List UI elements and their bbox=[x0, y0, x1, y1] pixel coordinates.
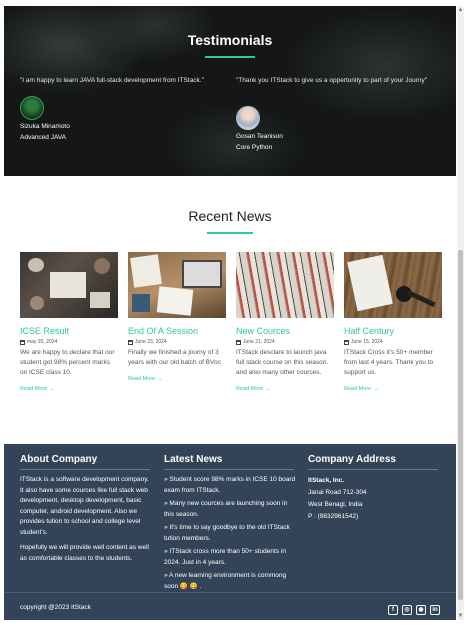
arrow-right-icon: → bbox=[373, 386, 379, 392]
latest-news-heading: Latest News bbox=[164, 454, 223, 465]
read-more-label: Read More bbox=[236, 386, 264, 392]
title-underline bbox=[205, 56, 255, 58]
divider bbox=[308, 469, 438, 470]
news-card: New Cources June 21, 2024 ITStack descla… bbox=[236, 252, 334, 392]
latest-news-column: Latest News » Student score 98% marks in… bbox=[164, 454, 298, 595]
news-card-text: ITStack Cross it's 50+ member from last … bbox=[344, 349, 434, 376]
company-address-column: Company Address ItStack, Inc. Janai Road… bbox=[308, 454, 442, 523]
testimonial-course: Advanced JAVA bbox=[20, 134, 67, 141]
address-line: Janai Road 712-304 bbox=[308, 489, 367, 496]
news-card-date: June 21, 2024 bbox=[236, 339, 334, 345]
news-image bbox=[20, 252, 118, 318]
about-company-column: About Company ITStack is a software deve… bbox=[20, 454, 154, 569]
calendar-icon bbox=[344, 339, 349, 345]
scroll-down-icon[interactable]: ▼ bbox=[457, 612, 464, 620]
news-card-title[interactable]: End Of A Session bbox=[128, 326, 226, 336]
read-more-label: Read More bbox=[128, 376, 156, 382]
page-viewport: Testimonials "I am happy to learn JAVA f… bbox=[4, 6, 456, 620]
about-text: ITStack is a software development compan… bbox=[20, 475, 154, 564]
address-line: West Benagl, India bbox=[308, 501, 363, 508]
scrollbar-thumb[interactable] bbox=[458, 250, 463, 600]
news-card-text: We are happy to declare that our student… bbox=[20, 349, 115, 376]
scroll-up-icon[interactable]: ▲ bbox=[457, 6, 464, 14]
news-card-date: June 23, 2024 bbox=[128, 339, 226, 345]
divider bbox=[20, 469, 150, 470]
testimonials-title: Testimonials bbox=[187, 32, 273, 48]
avatar bbox=[236, 106, 260, 130]
latest-news-list: » Student score 98% marks in ICSE 10 boa… bbox=[164, 475, 298, 592]
instagram-icon[interactable]: ◎ bbox=[402, 605, 412, 615]
news-card: ICSE Result may 20, 2024 We are happy to… bbox=[20, 252, 118, 392]
news-card: End Of A Session June 23, 2024 Finally w… bbox=[128, 252, 226, 382]
site-footer: About Company ITStack is a software deve… bbox=[4, 444, 456, 620]
github-icon[interactable]: ◉ bbox=[416, 605, 426, 615]
testimonial-quote: "Thank you ITStack to give us a oppertun… bbox=[236, 77, 428, 84]
date-text: June 15, 2024 bbox=[351, 339, 383, 345]
about-paragraph: Hopefully we will provide well content a… bbox=[20, 544, 149, 562]
date-text: June 23, 2024 bbox=[135, 339, 167, 345]
testimonial-course: Core Python bbox=[236, 144, 273, 151]
copyright-text: copyright @2023 ItStack bbox=[20, 604, 91, 611]
divider bbox=[4, 592, 456, 593]
social-links: f ◎ ◉ in bbox=[388, 605, 440, 615]
facebook-icon[interactable]: f bbox=[388, 605, 398, 615]
news-image bbox=[128, 252, 226, 318]
arrow-right-icon: → bbox=[265, 386, 271, 392]
news-card-date: June 15, 2024 bbox=[344, 339, 442, 345]
news-image bbox=[344, 252, 442, 318]
read-more-link[interactable]: Read More → bbox=[20, 386, 118, 392]
calendar-icon bbox=[236, 339, 241, 345]
avatar bbox=[20, 96, 44, 120]
date-text: may 20, 2024 bbox=[27, 339, 58, 345]
latest-news-item[interactable]: » Student score 98% marks in ICSE 10 boa… bbox=[164, 475, 298, 496]
latest-news-item[interactable]: » Many new cources are launching soon in… bbox=[164, 499, 298, 520]
read-more-label: Read More bbox=[20, 386, 48, 392]
arrow-right-icon: → bbox=[49, 386, 55, 392]
latest-news-item[interactable]: » ITStack cross more than 50+ students i… bbox=[164, 547, 298, 568]
read-more-link[interactable]: Read More → bbox=[344, 386, 442, 392]
address-heading: Company Address bbox=[308, 454, 396, 465]
recent-news-title: Recent News bbox=[188, 208, 272, 224]
arrow-right-icon: → bbox=[157, 376, 163, 382]
read-more-label: Read More bbox=[344, 386, 372, 392]
date-text: June 21, 2024 bbox=[243, 339, 275, 345]
news-image bbox=[236, 252, 334, 318]
news-card: Half Century June 15, 2024 ITStack Cross… bbox=[344, 252, 442, 392]
news-card-text: Finally we finished a journy of 3 years … bbox=[128, 349, 221, 366]
title-underline bbox=[207, 232, 253, 234]
news-card-text: ITStack desclare to launch java full sta… bbox=[236, 349, 329, 376]
company-name: ItStack, Inc. bbox=[308, 477, 345, 484]
divider bbox=[164, 469, 294, 470]
testimonial-quote: "I am happy to learn JAVA full-stack dev… bbox=[20, 77, 204, 84]
testimonial-name: Gosan Teanison bbox=[236, 133, 283, 140]
latest-news-item[interactable]: » It's time to say goodbye to the old IT… bbox=[164, 523, 298, 544]
latest-news-item[interactable]: » A new learning environment is commong … bbox=[164, 571, 298, 592]
calendar-icon bbox=[128, 339, 133, 345]
news-card-title[interactable]: Half Century bbox=[344, 326, 442, 336]
about-paragraph: ITStack is a software development compan… bbox=[20, 476, 149, 536]
testimonials-section: Testimonials "I am happy to learn JAVA f… bbox=[4, 6, 456, 176]
phone-number: P : (9832961542) bbox=[308, 513, 359, 520]
news-card-title[interactable]: New Cources bbox=[236, 326, 334, 336]
calendar-icon bbox=[20, 339, 25, 345]
testimonial-name: Sizuka Minamoto bbox=[20, 123, 70, 130]
read-more-link[interactable]: Read More → bbox=[236, 386, 334, 392]
about-heading: About Company bbox=[20, 454, 98, 465]
read-more-link[interactable]: Read More → bbox=[128, 376, 226, 382]
news-card-date: may 20, 2024 bbox=[20, 339, 118, 345]
linkedin-icon[interactable]: in bbox=[430, 605, 440, 615]
news-card-title[interactable]: ICSE Result bbox=[20, 326, 118, 336]
